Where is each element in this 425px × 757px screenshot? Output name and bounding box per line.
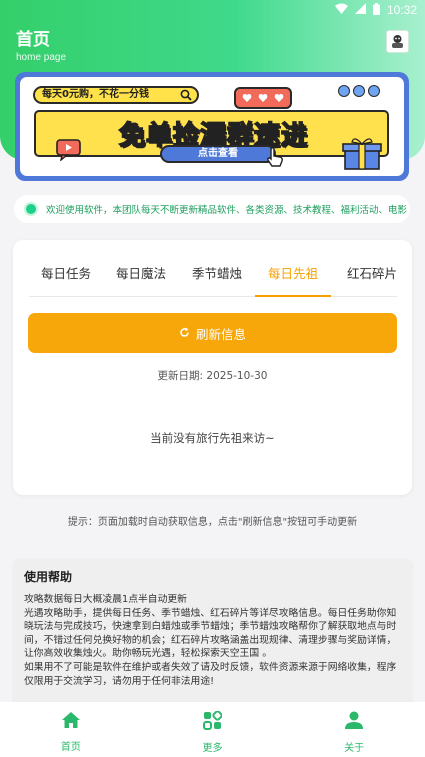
nav-item-more[interactable]: 更多 [177, 710, 247, 754]
signal-icon [354, 3, 366, 17]
help-line: 如果用不了可能是软件在维护或者失效了请及时反馈，软件资源来源于网络收集，程序仅限… [24, 661, 397, 687]
window-controls-icon [338, 85, 380, 97]
update-date: 更新日期: 2025-10-30 [157, 370, 268, 382]
banner-slogan-text: 每天0元购，不花一分钱 [42, 89, 149, 100]
help-line: 攻略数据每日大概凌晨1点半自动更新 [24, 594, 187, 605]
status-bar: 10:32 [0, 0, 425, 20]
page-subtitle: home page [16, 52, 67, 63]
tab-daily-magic[interactable]: 每日魔法 [103, 260, 179, 296]
tab-season-candles[interactable]: 季节蜡烛 [179, 260, 255, 296]
tab-daily-tasks[interactable]: 每日任务 [29, 260, 103, 296]
empty-state-message: 当前没有旅行先祖来访~ [150, 431, 275, 445]
notice-text: 欢迎使用软件，本团队每天不断更新精品软件、各类资源、技术教程、福利活动、电影 [46, 205, 408, 216]
bottom-navigation: 首页 更多 关于 [0, 702, 425, 757]
guide-card: 每日任务 每日魔法 季节蜡烛 每日先祖 红石碎片 刷新信息 更新日期: 2025… [13, 240, 412, 495]
refresh-button[interactable]: 刷新信息 [28, 313, 397, 353]
promo-banner-inner: 每天0元购，不花一分钱 免单捡漏群速进 点击查看 [20, 77, 404, 176]
pointer-hand-icon [266, 147, 284, 171]
refresh-hint: 提示：页面加载时自动获取信息，点击"刷新信息"按钮可手动更新 [67, 517, 358, 528]
banner-view-button[interactable]: 点击查看 [160, 145, 276, 163]
play-video-icon [56, 139, 82, 165]
help-line: 光遇攻略助手，提供每日任务、季节蜡烛、红石碎片等详尽攻略信息。每日任务助你知晓玩… [24, 607, 397, 660]
gift-box-icon [342, 137, 382, 175]
home-icon [61, 711, 81, 733]
nav-label-more: 更多 [202, 743, 223, 754]
category-tabs: 每日任务 每日魔法 季节蜡烛 每日先祖 红石碎片 [29, 260, 397, 297]
magnifier-icon [180, 89, 192, 106]
notice-dot-icon [24, 202, 38, 216]
battery-icon [372, 2, 380, 18]
help-section: 使用帮助 攻略数据每日大概凌晨1点半自动更新 光遇攻略助手，提供每日任务、季节蜡… [12, 558, 413, 708]
notice-marquee: 欢迎使用软件，本团队每天不断更新精品软件、各类资源、技术教程、福利活动、电影 [14, 195, 410, 223]
status-time: 10:32 [386, 3, 417, 17]
nav-label-about: 关于 [344, 743, 365, 754]
hearts-bubble-icon [234, 87, 292, 109]
refresh-icon [179, 326, 190, 341]
help-body: 攻略数据每日大概凌晨1点半自动更新 光遇攻略助手，提供每日任务、季节蜡烛、红石碎… [24, 593, 401, 688]
nav-item-home[interactable]: 首页 [36, 711, 106, 753]
promo-banner[interactable]: 每天0元购，不花一分钱 免单捡漏群速进 点击查看 [15, 72, 409, 181]
nav-label-home: 首页 [60, 742, 81, 753]
page-title: 首页 [16, 30, 50, 50]
page-header: 首页 home page [16, 25, 66, 63]
help-title: 使用帮助 [24, 570, 73, 584]
app-logo-icon[interactable] [386, 30, 409, 53]
user-icon [344, 711, 364, 734]
apps-icon [202, 710, 223, 734]
tab-daily-ancestor[interactable]: 每日先祖 [255, 260, 331, 297]
banner-slogan-pill: 每天0元购，不花一分钱 [33, 86, 199, 104]
wifi-icon [334, 3, 348, 17]
tab-red-shards[interactable]: 红石碎片 [331, 260, 397, 296]
refresh-label: 刷新信息 [195, 326, 246, 342]
nav-item-about[interactable]: 关于 [319, 711, 389, 754]
